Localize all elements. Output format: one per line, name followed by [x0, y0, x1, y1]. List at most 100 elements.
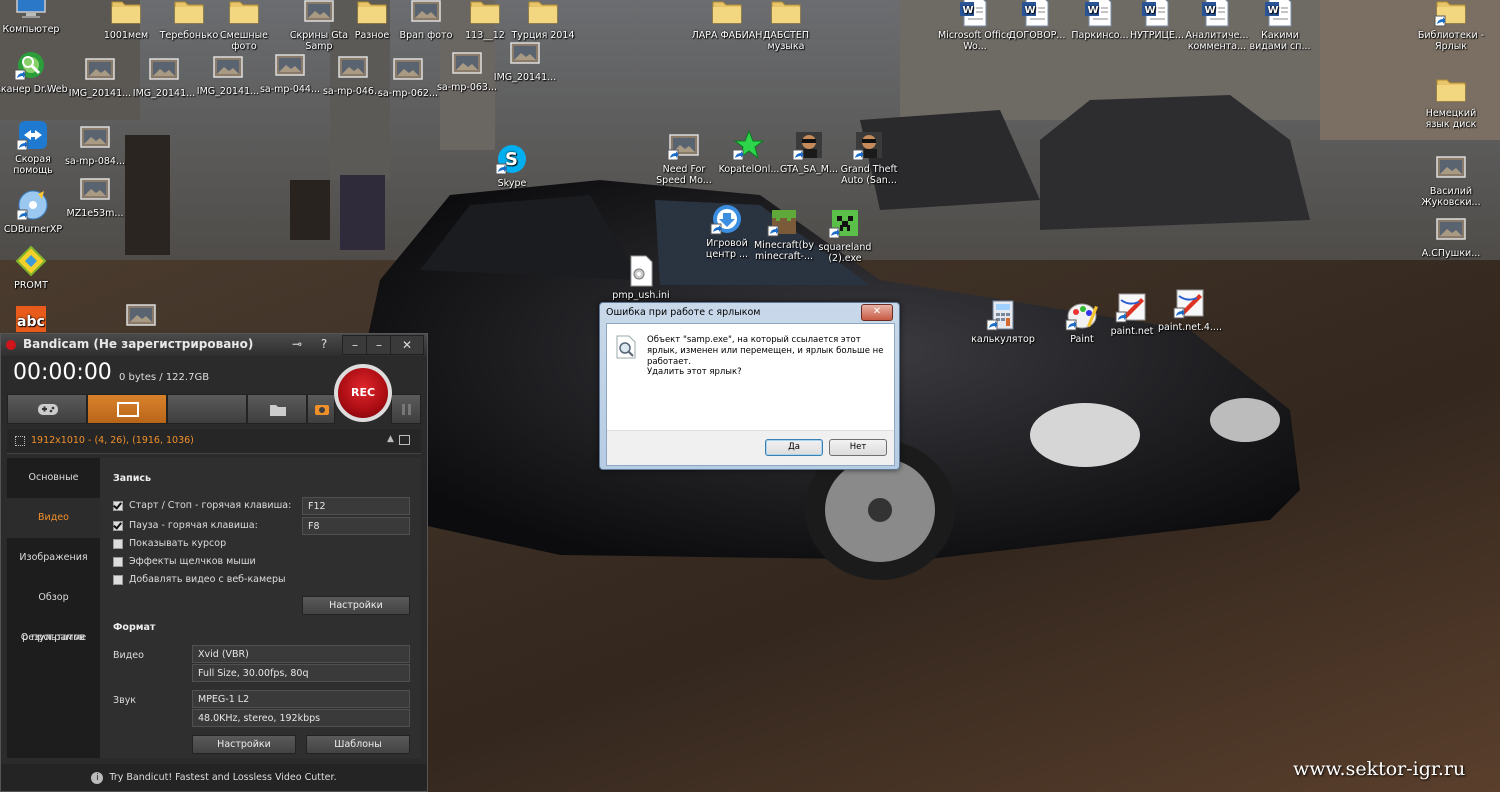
show-cursor-checkbox[interactable]: [113, 538, 123, 549]
open-folder-button[interactable]: [247, 394, 307, 424]
download-icon: [710, 202, 744, 236]
desktop-icon-dubstep[interactable]: ДАБСТЕП музыка: [749, 0, 823, 52]
minimize-button-2[interactable]: –: [366, 335, 392, 355]
desktop-icon-img2[interactable]: IMG_20141...: [127, 52, 201, 99]
star-icon: [732, 128, 766, 162]
desktop-icon-libraries[interactable]: Библиотеки - Ярлык: [1414, 0, 1488, 52]
dialog-close-button[interactable]: ✕: [861, 304, 893, 321]
collapse-icon[interactable]: ▲: [387, 434, 394, 444]
sidebar-item-general[interactable]: Основные: [7, 458, 100, 498]
help-button[interactable]: ?: [314, 335, 334, 353]
info-icon: i: [91, 771, 104, 784]
desktop-icon-label: А.СПушки...: [1421, 248, 1481, 259]
video-codec-field[interactable]: Xvid (VBR): [192, 645, 410, 663]
abc-icon: abc: [14, 302, 48, 336]
desktop-icon-computer[interactable]: Компьютер: [0, 0, 68, 35]
click-effects-checkbox[interactable]: [113, 556, 123, 567]
device-mode-button[interactable]: [167, 394, 247, 424]
desktop-icon-label: Библиотеки - Ярлык: [1417, 30, 1485, 52]
sidebar-item-images[interactable]: Изображения: [7, 538, 100, 578]
audio-codec-field[interactable]: MPEG-1 L2: [192, 690, 410, 708]
start-stop-hotkey-field[interactable]: F12: [302, 497, 410, 515]
folder-icon: [769, 0, 803, 28]
svg-text:W: W: [1268, 5, 1279, 16]
desktop-icon-gtasa[interactable]: Grand Theft Auto (San...: [832, 128, 906, 186]
promt-icon: [14, 244, 48, 278]
photo-icon: [78, 120, 112, 154]
game-mode-button[interactable]: [7, 394, 87, 424]
no-button[interactable]: Нет: [829, 439, 887, 456]
photo-icon: [667, 128, 701, 162]
desktop-icon-paintnet4[interactable]: paint.net.4....: [1153, 286, 1227, 333]
svg-text:W: W: [963, 5, 974, 16]
window-mode-icon[interactable]: [399, 435, 410, 445]
desktop-icon-calc[interactable]: калькулятор: [966, 298, 1040, 345]
yes-button[interactable]: Да: [765, 439, 823, 456]
start-stop-label: Старт / Стоп - горячая клавиша:: [129, 500, 292, 511]
desktop-icon-samp084[interactable]: sa-mp-084...: [58, 120, 132, 167]
record-button[interactable]: REC: [334, 364, 392, 422]
desktop-icon-drweb[interactable]: Сканер Dr.Web: [0, 48, 68, 95]
bandicam-titlebar[interactable]: Bandicam (Не зарегистрировано) ⊸ ? – – ✕: [1, 334, 427, 356]
minimize-button[interactable]: –: [342, 335, 368, 355]
click-effects-row: Эффекты щелчков мыши: [113, 556, 256, 567]
desktop-icon-funny[interactable]: Смешные фото: [207, 0, 281, 52]
folder-icon: [468, 0, 502, 28]
creeper-icon: [828, 206, 862, 240]
sidebar-item-video[interactable]: Видео: [7, 498, 100, 538]
desktop-icon-squareland[interactable]: squareland (2).exe: [808, 206, 882, 264]
desktop-icon-promt[interactable]: PROMT: [0, 244, 68, 291]
photo-icon: [336, 50, 370, 84]
record-settings-button[interactable]: Настройки: [302, 596, 410, 615]
skype-icon: S: [495, 142, 529, 176]
recording-timer: 00:00:00: [13, 360, 112, 385]
gta-icon: [792, 128, 826, 162]
folder-icon: [1434, 72, 1468, 106]
desktop-icon-photo[interactable]: [104, 298, 178, 334]
sidebar-item-about[interactable]: О программе: [7, 618, 100, 658]
desktop-icon-img4[interactable]: IMG_20141...: [488, 36, 562, 83]
desktop-icon-mz1[interactable]: MZ1e53m...: [58, 172, 132, 219]
pause-hotkey-field[interactable]: F8: [302, 517, 410, 535]
bandicut-promo[interactable]: i Try Bandicut! Fastest and Lossless Vide…: [1, 764, 427, 791]
desktop-icon-label: Какими видами сп...: [1249, 30, 1311, 52]
desktop-icon-turkey[interactable]: Турция 2014: [506, 0, 580, 41]
start-stop-row: Старт / Стоп - горячая клавиша:: [113, 500, 291, 511]
region-select-icon[interactable]: [15, 436, 25, 446]
templates-button[interactable]: Шаблоны: [306, 735, 410, 754]
folder-icon: [172, 0, 206, 28]
format-settings-button[interactable]: Настройки: [192, 735, 296, 754]
paintnet-icon: [1173, 286, 1207, 320]
drweb-icon: [14, 48, 48, 82]
key-icon[interactable]: ⊸: [286, 335, 308, 353]
desktop-icon-german[interactable]: Немецкий язык диск: [1414, 72, 1488, 130]
audio-detail-field[interactable]: 48.0KHz, stereo, 192kbps: [192, 709, 410, 727]
desktop-icon-pmp[interactable]: pmp_ush.ini: [604, 254, 678, 301]
desktop-icon-pushkin[interactable]: А.СПушки...: [1414, 212, 1488, 259]
folder-icon: [355, 0, 389, 28]
click-effects-label: Эффекты щелчков мыши: [129, 556, 256, 567]
desktop-icon-label: Василий Жуковски...: [1421, 186, 1481, 208]
desktop-icon-kakimi[interactable]: W Какими видами сп...: [1243, 0, 1317, 52]
screenshot-button[interactable]: [307, 394, 335, 424]
webcam-checkbox[interactable]: [113, 574, 123, 585]
pause-checkbox[interactable]: [113, 520, 123, 531]
screen-mode-button[interactable]: [87, 394, 167, 424]
photo-icon: [302, 0, 336, 28]
webcam-row: Добавлять видео с веб-камеры: [113, 574, 286, 585]
video-detail-field[interactable]: Full Size, 30.00fps, 80q: [192, 664, 410, 682]
desktop-icon-vasily[interactable]: Василий Жуковски...: [1414, 150, 1488, 208]
photo-icon: [508, 36, 542, 70]
settings-sidebar: Основные Видео Изображения Обзор результ…: [7, 458, 100, 758]
gamepad-icon: [38, 404, 58, 415]
desktop-icon-nfs[interactable]: Need For Speed Mo...: [647, 128, 721, 186]
desktop-icon-skype[interactable]: S Skype: [475, 142, 549, 189]
svg-text:W: W: [1145, 5, 1156, 16]
shortcut-error-dialog: Ошибка при работе с ярлыком ✕ Объект "sa…: [599, 302, 900, 470]
close-button[interactable]: ✕: [390, 335, 424, 355]
pause-button[interactable]: [391, 394, 421, 424]
desktop-icon-label: CDBurnerXP: [3, 224, 63, 235]
start-stop-checkbox[interactable]: [113, 500, 123, 511]
sidebar-item-output[interactable]: Обзор результатов: [7, 578, 100, 643]
desktop-icon-img1[interactable]: IMG_20141...: [63, 52, 137, 99]
